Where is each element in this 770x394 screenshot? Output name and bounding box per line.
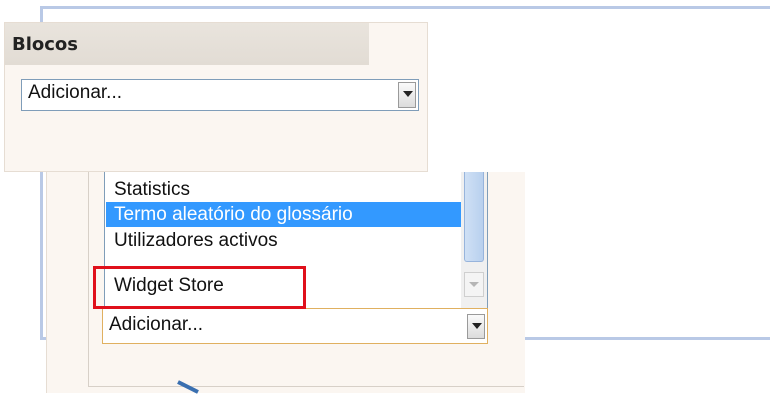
add-block-select[interactable]: Adicionar... bbox=[21, 79, 419, 111]
panel-divider bbox=[88, 386, 524, 387]
scrollbar-thumb[interactable] bbox=[464, 172, 484, 262]
add-block-select-value: Adicionar... bbox=[109, 314, 203, 335]
add-block-select-open[interactable]: Adicionar... bbox=[102, 308, 488, 344]
blocks-title: Blocos bbox=[12, 34, 79, 55]
list-item[interactable]: Termo aleatório do glossário bbox=[106, 202, 462, 227]
list-item[interactable]: Utilizadores activos bbox=[106, 228, 462, 253]
scroll-down-icon[interactable] bbox=[464, 272, 484, 297]
blocks-panel: Blocos Adicionar... bbox=[4, 22, 428, 172]
scrollbar[interactable] bbox=[461, 172, 487, 308]
pointer-arrow-icon bbox=[177, 380, 199, 394]
add-block-select-value: Adicionar... bbox=[28, 82, 122, 103]
highlight-box bbox=[93, 266, 306, 309]
panel-divider bbox=[88, 172, 89, 387]
list-item[interactable]: Statistics bbox=[106, 177, 462, 202]
chevron-down-icon[interactable] bbox=[398, 82, 416, 108]
blocks-header: Blocos bbox=[5, 23, 369, 65]
chevron-down-icon[interactable] bbox=[467, 314, 485, 339]
